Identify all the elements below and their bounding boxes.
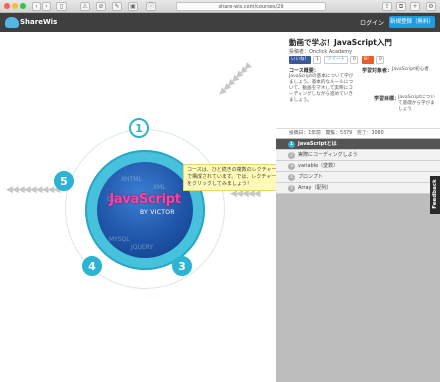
lecture-title: JavaScriptとは: [298, 141, 337, 147]
wrench-icon[interactable]: ✎: [112, 2, 122, 11]
share-icon[interactable]: ⇪: [382, 2, 392, 11]
block-icon[interactable]: ⊘: [96, 2, 106, 11]
close-window-button[interactable]: [4, 3, 10, 9]
path-arrows-right: ◀◀◀◀◀: [230, 189, 261, 199]
logo-text: ShareWis: [20, 18, 58, 26]
site-header: ShareWis ログイン 新規登録（無料）: [0, 13, 440, 32]
course-author: 投稿者：Onclick Academy: [289, 48, 352, 55]
lecture-item-4[interactable]: 4 プロンプト: [276, 172, 440, 183]
feedback-tab[interactable]: Feedback: [430, 176, 440, 214]
lecture-title: プロンプト: [298, 174, 323, 180]
tweet-button[interactable]: ツイート: [324, 56, 348, 64]
bg-word: XML: [153, 184, 166, 191]
lecture-node-5[interactable]: 5: [54, 171, 74, 191]
lecture-node-4[interactable]: 4: [82, 256, 102, 276]
author-name[interactable]: Onclick Academy: [309, 49, 352, 55]
tweet-count: 0: [350, 56, 358, 64]
overview-label: コース概要：: [289, 68, 319, 74]
lecture-item-5[interactable]: 5 Array（配列）: [276, 183, 440, 194]
lecture-title: Array（配列）: [298, 185, 332, 191]
lecture-item-1[interactable]: 1 JavaScriptとは: [276, 139, 440, 150]
login-link[interactable]: ログイン: [360, 18, 384, 27]
tabs-icon[interactable]: ⧉: [396, 2, 406, 11]
warning-icon[interactable]: ⚠: [80, 2, 90, 11]
sharewis-logo[interactable]: ShareWis: [5, 16, 57, 29]
path-arrows-diagonal: ◀◀◀◀◀◀◀: [216, 61, 253, 99]
add-tab-icon[interactable]: +: [410, 2, 420, 11]
back-icon[interactable]: ‹: [32, 2, 41, 11]
feedback-label: Feedback: [432, 179, 438, 209]
overview-text: JavaScriptの基本について学びましょう。基本的なルールについて、動画をマ…: [289, 74, 354, 103]
sidebar-icon[interactable]: ▯: [56, 2, 67, 11]
lecture-title: 実際にコーディングしよう: [298, 152, 358, 158]
cloud-icon: [5, 17, 19, 28]
course-title: 動画で学ぶ！JavaScript入門: [289, 38, 392, 47]
course-info-panel: 動画で学ぶ！JavaScript入門 投稿者：Onclick Academy い…: [276, 32, 440, 128]
guide-tooltip: コースは、ひと続きの複数のレクチャーで構成されています。では、レクチャーをクリッ…: [183, 164, 276, 191]
lecture-number: 5: [288, 185, 295, 192]
lecture-item-3[interactable]: 3 variable（変数）: [276, 161, 440, 172]
bg-word: MYSQL: [109, 236, 130, 243]
course-sidebar: 動画で学ぶ！JavaScript入門 投稿者：Onclick Academy い…: [276, 32, 440, 382]
image-icon[interactable]: ▣: [128, 2, 138, 11]
forward-icon[interactable]: ›: [42, 2, 51, 11]
bookmark-count: 0: [376, 56, 384, 64]
like-count: 1: [313, 56, 321, 64]
lecture-item-2[interactable]: 2 実際にコーディングしよう: [276, 150, 440, 161]
course-stats: 投稿日：1年前 閲覧：5379 完了：3080: [276, 128, 440, 138]
author-label: 投稿者：: [289, 49, 310, 55]
zoom-window-button[interactable]: [20, 3, 26, 9]
bg-word: XHTML: [121, 176, 142, 183]
lecture-number: 2: [288, 152, 295, 159]
lecture-number: 3: [288, 163, 295, 170]
lecture-number: 1: [288, 141, 295, 148]
goal-text: JavaScriptについて基礎から学びましょう: [398, 95, 435, 112]
signup-button[interactable]: 新規登録（無料）: [389, 16, 435, 28]
bg-word: JQUERY: [131, 244, 154, 251]
target-label: 学習対象者：: [362, 68, 393, 74]
browser-toolbar: ‹ › ▯ ⚠ ⊘ ✎ ▣ ⓘ share-wis.com/courses/29…: [0, 0, 440, 13]
lecture-number: 4: [288, 174, 295, 181]
lecture-list: 1 JavaScriptとは 2 実際にコーディングしよう 3 variable…: [276, 139, 440, 194]
info-icon[interactable]: ⓘ: [146, 2, 156, 11]
gear-icon[interactable]: ⚙: [426, 2, 436, 11]
hatena-bookmark-button[interactable]: B!: [362, 56, 374, 64]
target-text: JavaScript初心者: [392, 67, 429, 72]
address-bar[interactable]: share-wis.com/courses/29: [176, 2, 326, 11]
goal-label: 学習目標：: [374, 96, 400, 102]
path-arrows-left: ◀◀◀◀◀◀◀◀◀: [6, 185, 60, 195]
facebook-like-button[interactable]: いいね！: [289, 56, 311, 64]
minimize-window-button[interactable]: [12, 3, 18, 9]
course-map: ◀◀◀◀◀◀◀◀◀ ◀◀◀◀◀ ◀◀◀◀◀◀◀ XHTML XML CSS MY…: [0, 32, 276, 382]
lecture-title: variable（変数）: [298, 163, 339, 169]
lecture-node-1[interactable]: 1: [129, 118, 149, 138]
course-center-title: JavaScript: [109, 192, 181, 207]
course-center-byline: BY VICTOR: [140, 209, 175, 216]
lecture-node-3[interactable]: 3: [172, 256, 192, 276]
